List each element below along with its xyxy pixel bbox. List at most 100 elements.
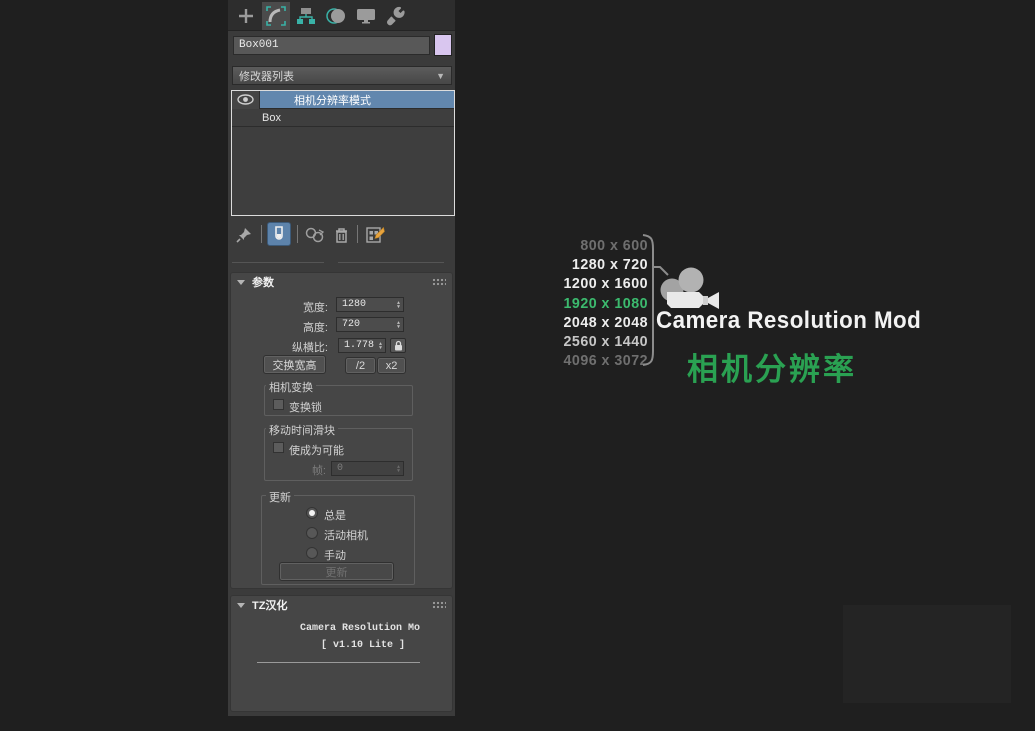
width-value: 1280 bbox=[342, 299, 366, 310]
divider bbox=[257, 662, 420, 663]
artwork-title-en: Camera Resolution Mod bbox=[656, 307, 921, 335]
rollout-drag-grip[interactable] bbox=[432, 278, 446, 286]
modifier-list-dropdown[interactable]: 修改器列表 ▼ bbox=[232, 66, 452, 85]
configure-modifier-sets-button[interactable] bbox=[364, 225, 386, 245]
resolution-item: 2048 x 2048 bbox=[507, 313, 648, 332]
modify-icon bbox=[266, 6, 286, 26]
test-tube-icon bbox=[273, 226, 285, 243]
chevron-down-icon: ▼ bbox=[436, 71, 445, 81]
tab-display[interactable] bbox=[352, 2, 380, 30]
radio-active-camera[interactable] bbox=[306, 527, 318, 539]
lock-icon bbox=[394, 340, 403, 351]
transform-lock-label: 变换锁 bbox=[289, 399, 322, 415]
command-panel: Box001 修改器列表 ▼ 相机分辨率模式 Box bbox=[228, 0, 455, 716]
resolution-item: 2560 x 1440 bbox=[507, 332, 648, 351]
stack-item-label: 相机分辨率模式 bbox=[260, 92, 371, 108]
width-spinner[interactable]: 1280 ▲▼ bbox=[336, 297, 404, 312]
rollout-parameters-header[interactable]: 参数 bbox=[231, 273, 452, 291]
spinner-arrows-icon[interactable]: ▲▼ bbox=[397, 301, 403, 309]
height-value: 720 bbox=[342, 319, 360, 330]
configure-sets-icon bbox=[366, 226, 385, 244]
height-label: 高度: bbox=[268, 319, 328, 335]
tab-modify[interactable] bbox=[262, 2, 290, 30]
rollout-tz: TZ汉化 bbox=[230, 595, 453, 712]
movie-camera-icon bbox=[655, 263, 725, 309]
aspect-lock-button[interactable] bbox=[390, 338, 406, 353]
update-button[interactable]: 更新 bbox=[280, 563, 393, 580]
frame-value: 0 bbox=[337, 463, 343, 474]
motion-icon bbox=[326, 6, 346, 26]
modifier-list-label: 修改器列表 bbox=[239, 68, 294, 84]
show-end-result-button[interactable] bbox=[267, 222, 291, 246]
radio-always[interactable] bbox=[306, 507, 318, 519]
plugin-version-text: [ v1.10 Lite ] bbox=[321, 640, 405, 651]
divider bbox=[261, 225, 262, 243]
collapse-arrow-icon bbox=[237, 280, 245, 285]
group-title: 相机变换 bbox=[266, 379, 316, 395]
modifier-stack: 相机分辨率模式 Box bbox=[231, 90, 455, 216]
rollout-title: 参数 bbox=[252, 274, 274, 290]
object-color-swatch[interactable] bbox=[434, 34, 452, 56]
swap-width-height-button[interactable]: 交换宽高 bbox=[264, 356, 325, 373]
radio-manual-label: 手动 bbox=[324, 547, 346, 563]
panel-resize-grip[interactable] bbox=[324, 258, 338, 266]
visibility-toggle[interactable] bbox=[232, 91, 260, 109]
artwork-title-zh: 相机分辨率 bbox=[687, 344, 857, 389]
make-unique-button[interactable] bbox=[304, 226, 326, 245]
double-resolution-button[interactable]: x2 bbox=[378, 358, 405, 373]
tab-hierarchy[interactable] bbox=[292, 2, 320, 30]
desktop-background: Box001 修改器列表 ▼ 相机分辨率模式 Box bbox=[0, 0, 1035, 731]
trash-icon bbox=[334, 226, 349, 244]
stack-item-box[interactable]: Box bbox=[232, 109, 454, 127]
make-possible-label: 使成为可能 bbox=[289, 442, 344, 458]
spinner-arrows-icon: ▲▼ bbox=[397, 465, 403, 473]
rollout-drag-grip[interactable] bbox=[432, 601, 446, 609]
frame-spinner[interactable]: 0 ▲▼ bbox=[331, 461, 404, 476]
width-label: 宽度: bbox=[268, 299, 328, 315]
stack-item-camera-resolution[interactable]: 相机分辨率模式 bbox=[232, 91, 454, 109]
transform-lock-checkbox[interactable] bbox=[273, 399, 284, 410]
pin-stack-button[interactable] bbox=[234, 225, 254, 245]
stack-toolbar bbox=[228, 222, 455, 248]
plugin-name-text: Camera Resolution Mo bbox=[300, 623, 420, 634]
spinner-arrows-icon[interactable]: ▲▼ bbox=[379, 342, 385, 350]
hierarchy-icon bbox=[296, 7, 316, 25]
aspect-spinner[interactable]: 1.778 ▲▼ bbox=[338, 338, 386, 353]
group-title: 移动时间滑块 bbox=[266, 422, 338, 438]
object-name-input[interactable]: Box001 bbox=[233, 36, 430, 55]
height-spinner[interactable]: 720 ▲▼ bbox=[336, 317, 404, 332]
tab-create[interactable] bbox=[232, 2, 260, 30]
radio-manual[interactable] bbox=[306, 547, 318, 559]
pin-icon bbox=[236, 227, 252, 243]
resolution-item: 800 x 600 bbox=[507, 236, 648, 255]
radio-always-label: 总是 bbox=[324, 507, 346, 523]
aspect-value: 1.778 bbox=[344, 340, 374, 351]
tab-motion[interactable] bbox=[322, 2, 350, 30]
remove-modifier-button[interactable] bbox=[331, 225, 351, 245]
group-title: 更新 bbox=[266, 489, 294, 505]
frame-label: 帧: bbox=[288, 462, 326, 478]
eye-icon bbox=[237, 94, 254, 105]
rollout-tz-header[interactable]: TZ汉化 bbox=[231, 596, 452, 614]
aspect-label: 纵横比: bbox=[248, 339, 328, 355]
half-resolution-button[interactable]: /2 bbox=[346, 358, 375, 373]
make-possible-checkbox[interactable] bbox=[273, 442, 284, 453]
wrench-icon bbox=[386, 6, 406, 26]
divider bbox=[357, 225, 358, 243]
divider bbox=[297, 225, 298, 243]
stack-item-label: Box bbox=[232, 112, 281, 124]
resolution-item-active: 1920 x 1080 bbox=[507, 294, 648, 313]
make-unique-icon bbox=[305, 227, 325, 244]
resolution-item: 1200 x 1600 bbox=[507, 274, 648, 293]
resolution-item: 1280 x 720 bbox=[507, 255, 648, 274]
resolution-list: 800 x 600 1280 x 720 1200 x 1600 1920 x … bbox=[507, 236, 648, 370]
spinner-arrows-icon[interactable]: ▲▼ bbox=[397, 321, 403, 329]
collapse-arrow-icon bbox=[237, 603, 245, 608]
command-panel-tabs bbox=[228, 0, 455, 31]
background-faint-rectangle bbox=[843, 605, 1011, 703]
plus-icon bbox=[237, 7, 255, 25]
tab-utilities[interactable] bbox=[382, 2, 410, 30]
rollout-title: TZ汉化 bbox=[252, 597, 287, 613]
resolution-item: 4096 x 3072 bbox=[507, 351, 648, 370]
radio-active-camera-label: 活动相机 bbox=[324, 527, 368, 543]
